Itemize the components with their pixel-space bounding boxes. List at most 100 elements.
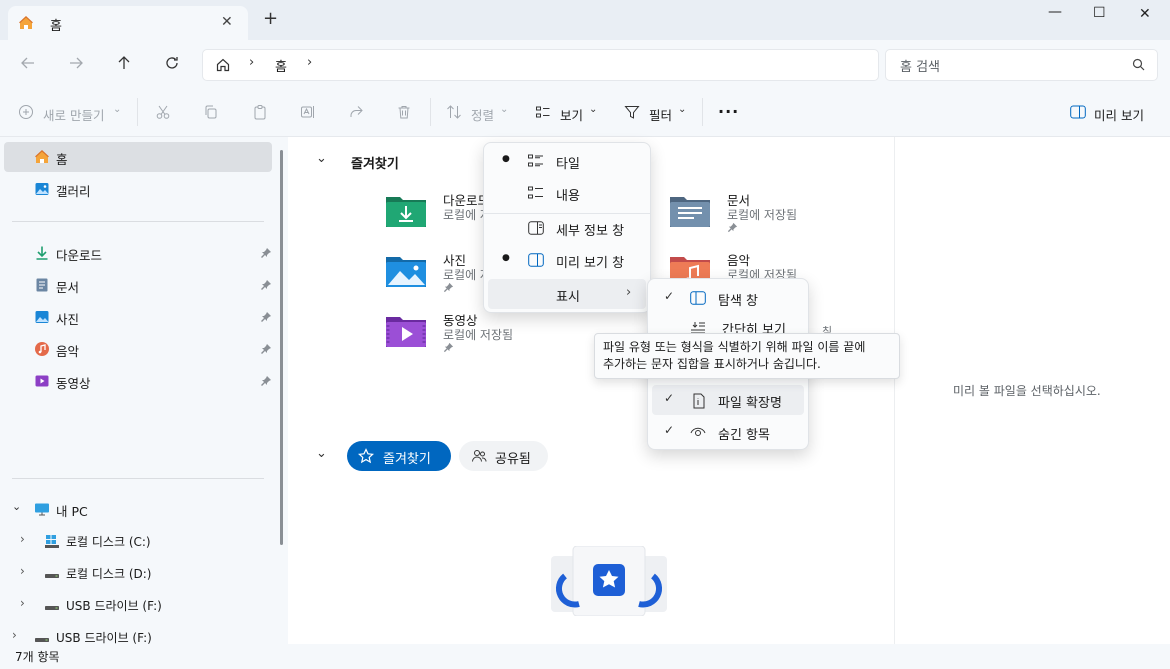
tile-status: 로컬에 저장됨 bbox=[443, 328, 514, 342]
address-bar[interactable]: › 홈 › bbox=[202, 49, 879, 81]
view-button[interactable]: 보기 bbox=[560, 105, 583, 124]
preview-pane-icon bbox=[1070, 105, 1086, 119]
section-collapse-chevron-icon[interactable]: ⌄ bbox=[316, 446, 327, 461]
forward-arrow-icon[interactable] bbox=[68, 55, 84, 71]
menu-item-label: 파일 확장명 bbox=[718, 396, 782, 411]
sidebar-item-label: 갤러리 bbox=[56, 184, 91, 199]
sidebar-item-label: 내 PC bbox=[56, 504, 88, 519]
check-icon: ✓ bbox=[664, 423, 675, 437]
tab-close-icon[interactable]: ✕ bbox=[221, 14, 233, 30]
pin-icon[interactable] bbox=[260, 279, 272, 291]
share-icon[interactable] bbox=[348, 104, 364, 120]
documents-folder-icon bbox=[668, 193, 712, 229]
rename-icon[interactable] bbox=[300, 104, 316, 120]
menu-item-hidden-items[interactable]: ✓ 숨긴 항목 bbox=[652, 417, 804, 447]
sort-chevron-icon: ⌄ bbox=[500, 104, 509, 115]
collapse-chevron-icon[interactable]: › bbox=[20, 564, 25, 578]
sort-button[interactable]: 정렬 bbox=[471, 105, 494, 124]
new-button[interactable]: 새로 만들기 bbox=[43, 105, 104, 124]
sidebar-item-label: 다운로드 bbox=[56, 248, 103, 263]
home-outline-icon bbox=[215, 57, 231, 73]
refresh-icon[interactable] bbox=[164, 55, 180, 71]
status-bar: 7개 항목 bbox=[0, 644, 1170, 669]
item-count: 7개 항목 bbox=[15, 650, 60, 664]
pin-icon[interactable] bbox=[260, 247, 272, 259]
tile-documents[interactable]: 문서 로컬에 저장됨 bbox=[668, 185, 868, 237]
downloads-folder-icon bbox=[384, 193, 428, 229]
eye-icon bbox=[690, 426, 706, 438]
menu-item-navigation-pane[interactable]: ✓ 탐색 창 bbox=[652, 283, 804, 313]
view-chevron-icon: ⌄ bbox=[589, 104, 598, 115]
preview-button[interactable]: 미리 보기 bbox=[1094, 105, 1144, 124]
new-plus-icon bbox=[18, 104, 34, 120]
sidebar-divider bbox=[12, 221, 264, 222]
sidebar-item-drive-d[interactable]: › 로컬 디스크 (D:) bbox=[4, 558, 272, 588]
cut-icon[interactable] bbox=[155, 104, 171, 120]
preview-pane-icon bbox=[528, 253, 544, 267]
collapse-chevron-icon[interactable]: › bbox=[20, 532, 25, 546]
windows-drive-icon bbox=[44, 533, 60, 549]
expand-chevron-icon[interactable]: ⌄ bbox=[12, 500, 21, 513]
gallery-icon bbox=[34, 181, 50, 197]
paste-icon[interactable] bbox=[252, 104, 268, 120]
breadcrumb-chevron-icon[interactable]: › bbox=[307, 55, 312, 70]
menu-item-show[interactable]: 표시 › bbox=[488, 279, 646, 309]
menu-item-label: 표시 bbox=[556, 290, 580, 305]
more-options-button[interactable]: ··· bbox=[718, 102, 739, 121]
breadcrumb-separator-icon: › bbox=[249, 55, 255, 70]
tab-favorites[interactable]: 즐겨찾기 bbox=[347, 441, 451, 471]
pin-icon[interactable] bbox=[260, 375, 272, 387]
pin-icon[interactable] bbox=[260, 343, 272, 355]
tab-shared[interactable]: 공유됨 bbox=[459, 441, 548, 471]
collapse-chevron-icon[interactable]: › bbox=[12, 628, 17, 642]
sidebar-item-label: 로컬 디스크 (C:) bbox=[66, 535, 151, 549]
collapse-chevron-icon[interactable]: › bbox=[20, 596, 25, 610]
close-button[interactable]: ✕ bbox=[1139, 6, 1151, 22]
sidebar-item-drive-c[interactable]: › 로컬 디스크 (C:) bbox=[4, 526, 272, 556]
sidebar-item-usb-f[interactable]: › USB 드라이브 (F:) bbox=[4, 590, 272, 620]
sidebar-item-label: USB 드라이브 (F:) bbox=[66, 599, 162, 613]
sidebar-item-pictures[interactable]: 사진 bbox=[4, 302, 272, 332]
new-tab-button[interactable]: + bbox=[263, 10, 278, 28]
back-arrow-icon[interactable] bbox=[20, 55, 36, 71]
sidebar-item-videos[interactable]: 동영상 bbox=[4, 366, 272, 396]
filter-button[interactable]: 필터 bbox=[649, 105, 672, 124]
sidebar-item-music[interactable]: 음악 bbox=[4, 334, 272, 364]
sidebar-item-this-pc[interactable]: ⌄ 내 PC bbox=[4, 494, 272, 524]
quick-access-header[interactable]: 즐겨찾기 bbox=[351, 153, 399, 172]
menu-item-details-pane[interactable]: 세부 정보 창 bbox=[488, 213, 646, 243]
menu-item-label: 세부 정보 창 bbox=[556, 224, 625, 239]
menu-item-label: 숨긴 항목 bbox=[718, 428, 770, 443]
delete-icon[interactable] bbox=[396, 104, 412, 120]
copy-icon[interactable] bbox=[203, 104, 219, 120]
view-menu: ● 타일 내용 세부 정보 창 ● 미리 보기 창 표시 › bbox=[483, 142, 651, 313]
up-arrow-icon[interactable] bbox=[116, 55, 132, 71]
pin-icon bbox=[727, 222, 738, 233]
pin-icon[interactable] bbox=[260, 311, 272, 323]
sidebar-item-gallery[interactable]: 갤러리 bbox=[4, 174, 272, 204]
star-icon bbox=[358, 448, 374, 464]
new-chevron-icon: ⌄ bbox=[113, 104, 122, 115]
file-extension-icon bbox=[692, 393, 706, 409]
menu-item-tiles[interactable]: ● 타일 bbox=[488, 146, 646, 176]
breadcrumb-home[interactable]: 홈 bbox=[275, 56, 287, 75]
usb-drive-icon bbox=[34, 629, 50, 645]
sidebar-item-label: 동영상 bbox=[56, 376, 91, 391]
maximize-button[interactable]: ☐ bbox=[1093, 5, 1106, 21]
menu-item-content[interactable]: 내용 bbox=[488, 178, 646, 208]
sidebar-item-label: 사진 bbox=[56, 312, 80, 327]
sidebar-item-documents[interactable]: 문서 bbox=[4, 270, 272, 300]
selected-bullet-icon: ● bbox=[502, 154, 510, 164]
section-collapse-chevron-icon[interactable]: ⌄ bbox=[316, 151, 327, 166]
navigation-pane-icon bbox=[690, 291, 706, 305]
sidebar-scrollbar[interactable] bbox=[280, 150, 283, 545]
sidebar-item-label: 음악 bbox=[56, 344, 80, 359]
tab-home[interactable]: 홈 ✕ bbox=[8, 6, 248, 40]
sidebar-item-home[interactable]: 홈 bbox=[4, 142, 272, 172]
minimize-button[interactable]: — bbox=[1048, 4, 1062, 20]
menu-item-preview-pane[interactable]: ● 미리 보기 창 bbox=[488, 245, 646, 275]
search-box[interactable]: 홈 검색 bbox=[885, 49, 1158, 81]
menu-item-file-extensions[interactable]: ✓ 파일 확장명 bbox=[652, 385, 804, 415]
sidebar-item-downloads[interactable]: 다운로드 bbox=[4, 238, 272, 268]
preview-empty-message: 미리 볼 파일을 선택하십시오. bbox=[953, 384, 1101, 398]
